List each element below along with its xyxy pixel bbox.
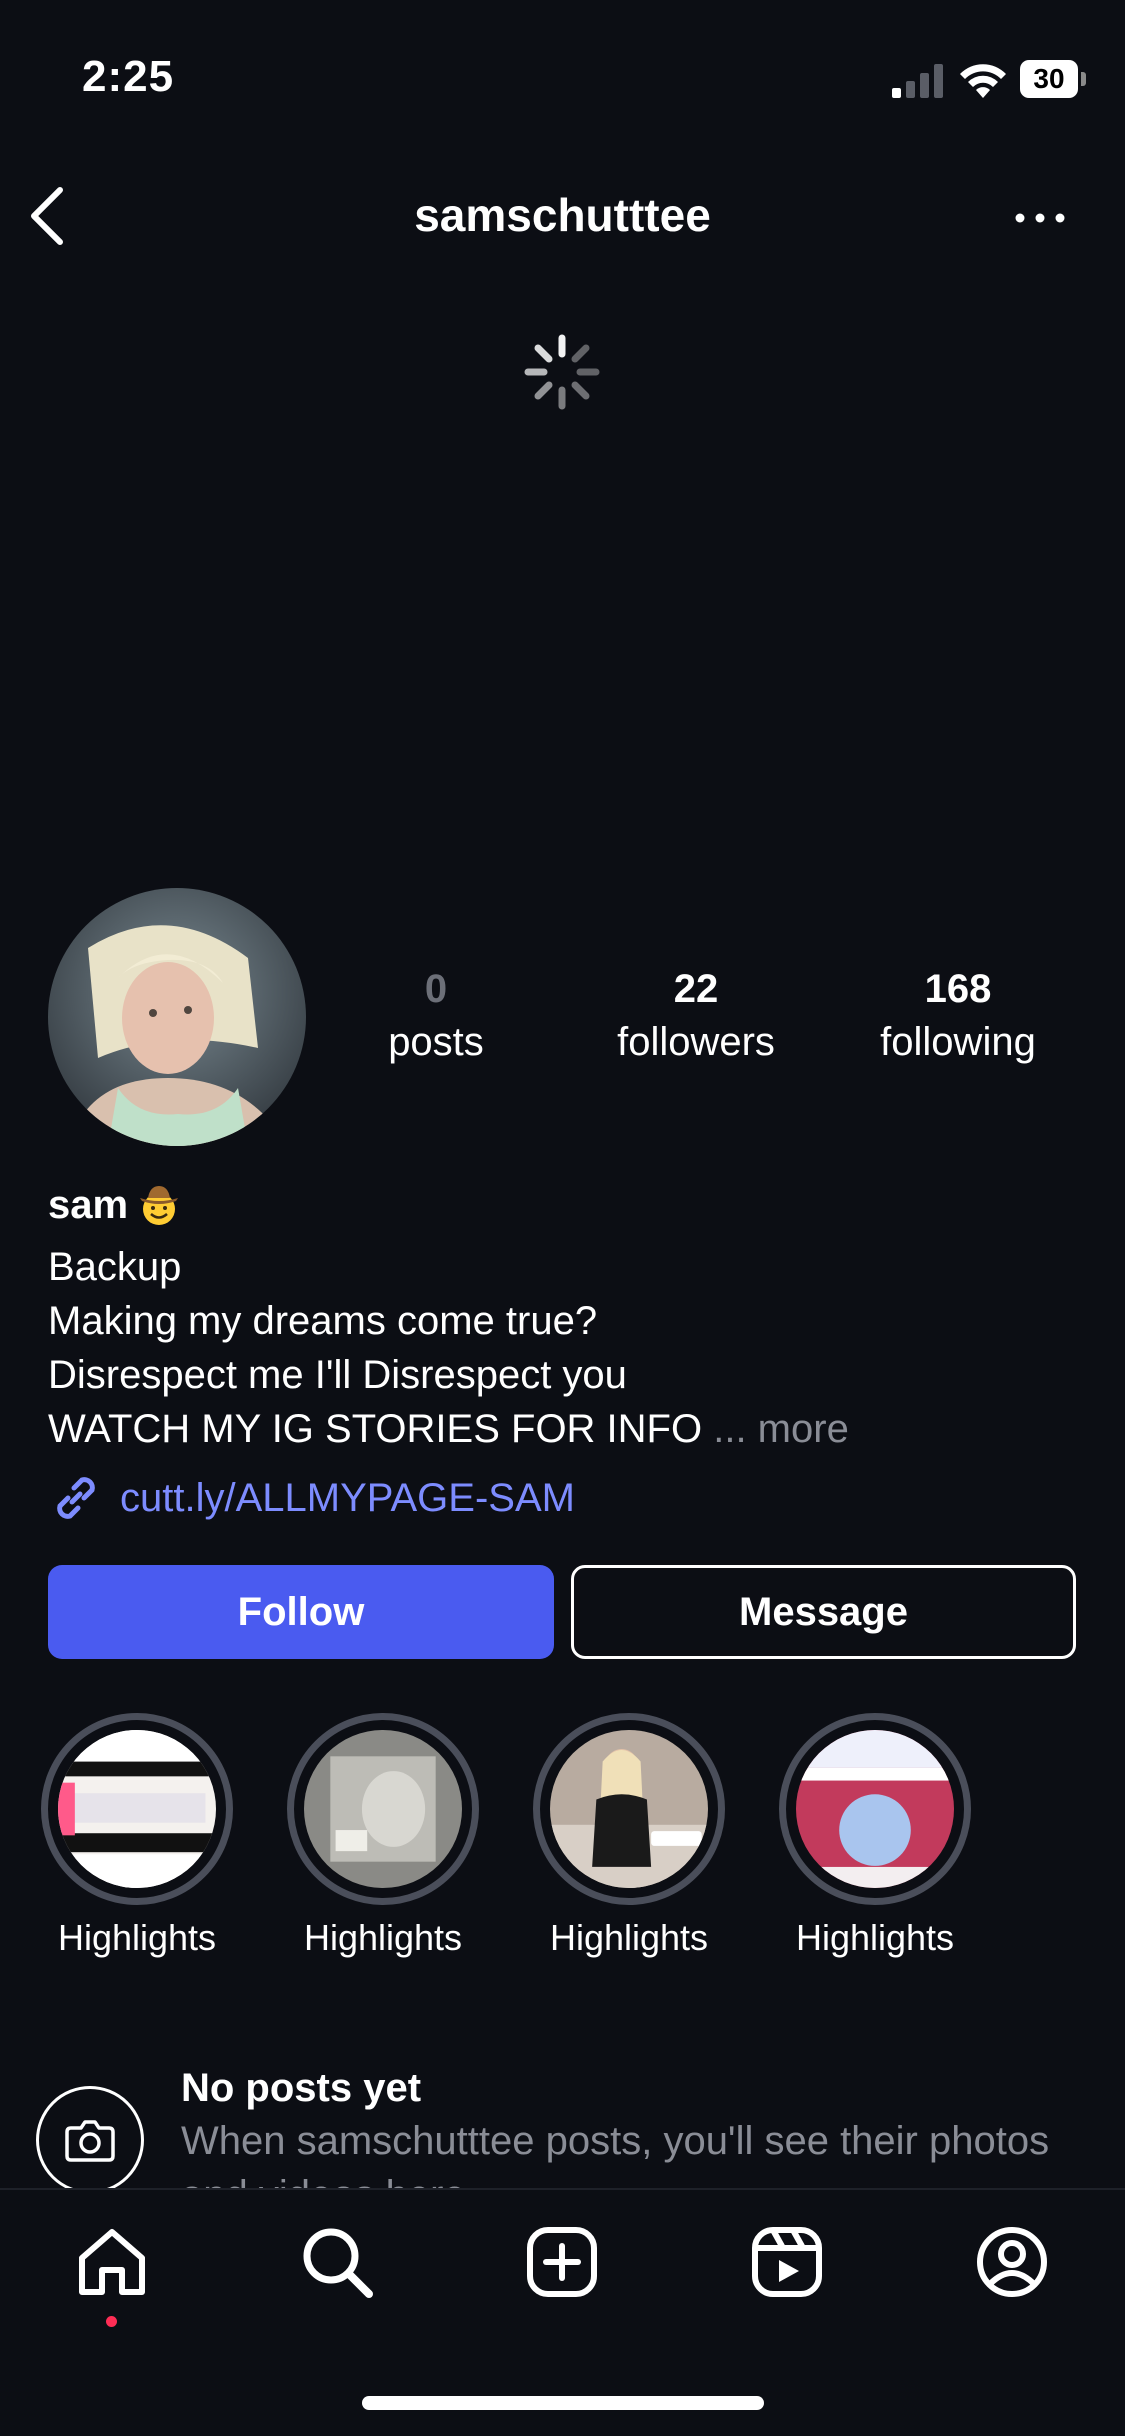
link-icon: [57, 1477, 95, 1519]
bio-line: Disrespect me I'll Disrespect you: [48, 1353, 627, 1397]
highlight-ring: [41, 1713, 233, 1905]
profile-username-title: samschutttee: [414, 189, 711, 241]
profile-name: sam: [48, 1182, 182, 1228]
highlight-item[interactable]: Highlights: [273, 1713, 493, 1959]
profile-icon[interactable]: [972, 2222, 1052, 2302]
highlight-item[interactable]: Highlights: [27, 1713, 247, 1959]
profile-avatar[interactable]: [48, 888, 306, 1146]
highlight-cover: [304, 1730, 462, 1888]
message-button[interactable]: Message: [571, 1565, 1076, 1659]
empty-state-subtitle: When samschutttee posts, you'll see thei…: [181, 2119, 1050, 2188]
bio-line: Making my dreams come true?: [48, 1299, 598, 1343]
highlight-cover: [796, 1730, 954, 1888]
reels-icon[interactable]: [747, 2222, 827, 2302]
following-count-value: 168: [924, 967, 992, 1011]
bio-line-with-more: WATCH MY IG STORIES FOR INFO ... more: [48, 1402, 849, 1456]
battery-icon: 30: [1020, 60, 1088, 100]
bio-line: Backup: [48, 1245, 182, 1289]
camera-icon: [65, 2120, 115, 2162]
posts-count: 0 posts: [321, 962, 551, 1068]
highlight-cover: [550, 1730, 708, 1888]
follow-button[interactable]: Follow: [48, 1565, 554, 1659]
posts-count-value: 0: [424, 967, 448, 1011]
followers-count[interactable]: 22 followers: [581, 962, 811, 1068]
highlight-ring: [533, 1713, 725, 1905]
loading-spinner-icon: [524, 334, 600, 410]
profile-link-text: cutt.ly/ALLMYPAGE-SAM: [120, 1475, 575, 1520]
home-notification-dot: [106, 2316, 117, 2327]
followers-count-value: 22: [673, 967, 719, 1011]
highlight-item[interactable]: Highlights: [765, 1713, 985, 1959]
more-options-icon[interactable]: [1010, 200, 1070, 236]
profile-bio: Backup Making my dreams come true? Disre…: [48, 1240, 849, 1456]
highlight-ring: [287, 1713, 479, 1905]
battery-level: 30: [1020, 60, 1078, 98]
home-icon[interactable]: [72, 2222, 152, 2302]
battery-nub: [1081, 72, 1086, 86]
wifi-icon: [960, 64, 1006, 98]
profile-name-text: sam: [48, 1182, 129, 1227]
bio-line-text: WATCH MY IG STORIES FOR INFO: [48, 1407, 703, 1451]
posts-count-label: posts: [388, 1020, 484, 1064]
highlight-item[interactable]: Highlights: [519, 1713, 739, 1959]
search-icon[interactable]: [297, 2222, 377, 2302]
profile-external-link[interactable]: cutt.ly/ALLMYPAGE-SAM: [48, 1470, 575, 1526]
status-time: 2:25: [82, 52, 175, 101]
highlight-cover: [58, 1730, 216, 1888]
highlight-label: Highlights: [303, 1917, 463, 1958]
home-indicator[interactable]: [362, 2396, 764, 2410]
following-count[interactable]: 168 following: [843, 962, 1073, 1068]
highlight-label: Highlights: [795, 1917, 955, 1958]
avatar-photo: [48, 888, 306, 1146]
followers-count-label: followers: [617, 1020, 775, 1064]
profile-screen: 2:25 30 samschutttee 0 posts 22 follower…: [0, 0, 1125, 2436]
cellular-signal-icon: [892, 64, 943, 98]
empty-state-title: No posts yet: [181, 2066, 422, 2110]
cowboy-face-icon: [140, 1186, 179, 1225]
highlight-label: Highlights: [57, 1917, 217, 1958]
highlight-label: Highlights: [549, 1917, 709, 1958]
create-icon[interactable]: [522, 2222, 602, 2302]
camera-circle: [36, 2086, 144, 2194]
highlight-ring: [779, 1713, 971, 1905]
bio-more-link[interactable]: ... more: [702, 1407, 849, 1451]
following-count-label: following: [880, 1020, 1036, 1064]
